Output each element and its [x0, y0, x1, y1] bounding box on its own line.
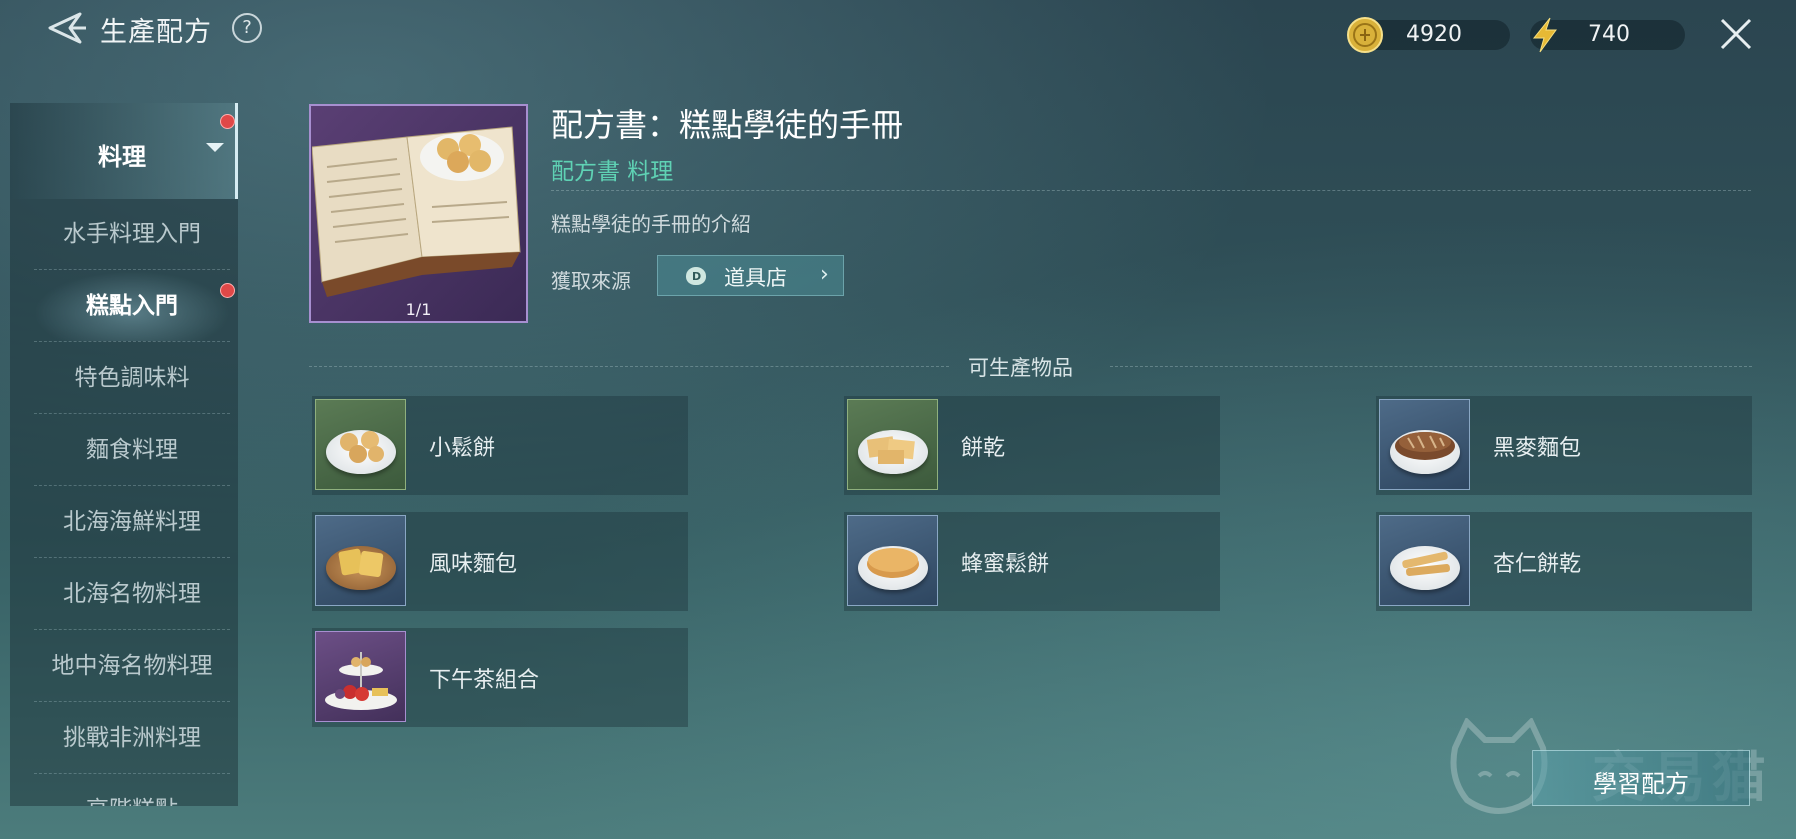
page-counter: 1/1	[405, 300, 432, 319]
product-icon-biscuit	[847, 399, 938, 490]
recipe-description: 糕點學徒的手冊的介紹	[551, 212, 751, 236]
divider	[1110, 366, 1752, 367]
product-icon-honey-pancake	[847, 515, 938, 606]
money-bag-icon: D	[686, 267, 706, 285]
source-label: 獲取來源	[551, 269, 631, 293]
sidebar-item-north-sea-seafood[interactable]: 北海海鮮料理	[34, 487, 230, 558]
product-card[interactable]: 黑麥麵包	[1376, 396, 1752, 495]
recipe-tags: 配方書 料理	[551, 159, 674, 185]
product-icon-afternoon-tea-set	[315, 631, 406, 722]
item-shop-button[interactable]: D 道具店 ›	[657, 255, 844, 296]
sidebar-item-north-sea-specialty[interactable]: 北海名物料理	[34, 559, 230, 630]
notification-dot	[220, 283, 235, 298]
product-name: 風味麵包	[429, 552, 518, 577]
product-icon-muffin	[315, 399, 406, 490]
product-icon-flavor-bread	[315, 515, 406, 606]
item-shop-label: 道具店	[724, 266, 787, 290]
recipe-name: 配方書：糕點學徒的手冊	[551, 106, 904, 144]
product-card[interactable]: 杏仁餅乾	[1376, 512, 1752, 611]
product-card[interactable]: 餅乾	[844, 396, 1220, 495]
product-name: 杏仁餅乾	[1493, 552, 1582, 577]
page-title: 生產配方	[100, 17, 212, 48]
products-title: 可生產物品	[968, 356, 1073, 380]
chevron-right-icon: ›	[820, 262, 829, 287]
product-icon-almond-biscuit	[1379, 515, 1470, 606]
back-arrow-icon[interactable]	[40, 10, 86, 46]
help-icon[interactable]: ?	[232, 13, 262, 43]
sidebar-item-sailor-cooking[interactable]: 水手料理入門	[34, 199, 230, 270]
category-tab-cooking[interactable]: 料理	[10, 103, 238, 199]
learn-recipe-label: 學習配方	[1593, 770, 1689, 798]
energy-amount: 740	[1588, 22, 1630, 47]
sidebar-item-noodles[interactable]: 麵食料理	[34, 415, 230, 486]
product-card[interactable]: 風味麵包	[312, 512, 688, 611]
product-name: 黑麥麵包	[1493, 436, 1582, 461]
sidebar-item-advanced-pastry[interactable]: 高階糕點	[34, 775, 230, 806]
category-label: 料理	[98, 143, 146, 171]
divider	[309, 366, 949, 367]
learn-recipe-button[interactable]: 學習配方	[1532, 750, 1750, 806]
recipe-sidebar: 料理 水手料理入門 糕點入門 特色調味料 麵食料理 北海海鮮料理 北海名物料理 …	[10, 103, 238, 806]
product-icon-rye-bread	[1379, 399, 1470, 490]
product-name: 餅乾	[961, 436, 1006, 461]
sidebar-item-africa[interactable]: 挑戰非洲料理	[34, 703, 230, 774]
product-card[interactable]: 蜂蜜鬆餅	[844, 512, 1220, 611]
product-name: 蜂蜜鬆餅	[961, 552, 1050, 577]
sidebar-item-seasoning[interactable]: 特色調味料	[34, 343, 230, 414]
product-card[interactable]: 小鬆餅	[312, 396, 688, 495]
product-name: 小鬆餅	[429, 436, 496, 461]
divider	[551, 190, 1751, 191]
sidebar-item-pastry-basics[interactable]: 糕點入門	[34, 271, 230, 342]
sidebar-item-mediterranean[interactable]: 地中海名物料理	[34, 631, 230, 702]
product-name: 下午茶組合	[429, 668, 540, 693]
lightning-icon	[1532, 17, 1557, 53]
coin-amount: 4920	[1406, 22, 1462, 47]
product-card[interactable]: 下午茶組合	[312, 628, 688, 727]
notification-dot	[220, 114, 235, 129]
close-icon[interactable]	[1718, 16, 1754, 52]
chevron-down-icon	[206, 143, 224, 152]
recipe-book-image	[312, 126, 521, 297]
coin-icon	[1347, 17, 1383, 53]
